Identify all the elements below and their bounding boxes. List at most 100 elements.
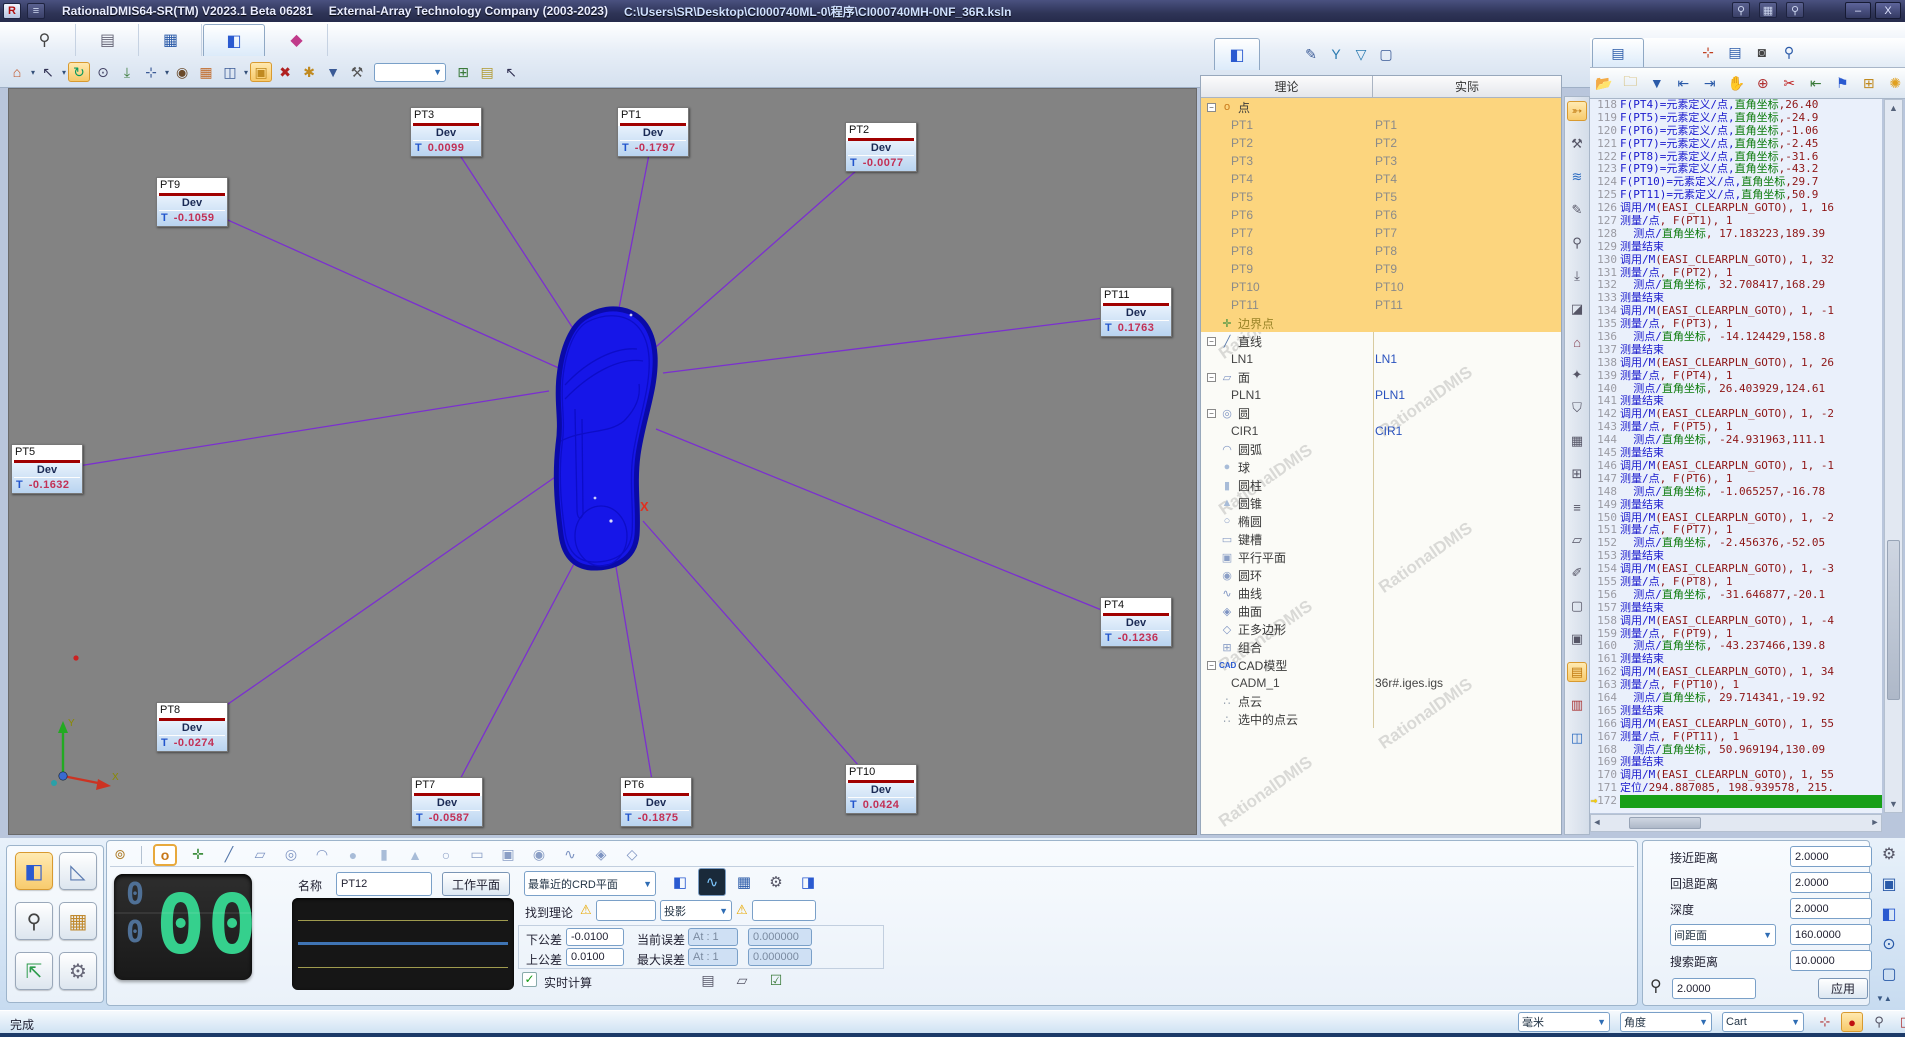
motion-field-input-3[interactable] xyxy=(1790,924,1872,945)
code-line-158[interactable]: 158调用/M(EASI_CLEARPLN_GOTO), 1, -4 xyxy=(1590,615,1882,628)
window-menu-icon[interactable]: ≡ xyxy=(27,3,45,19)
zoom-window-button[interactable]: ⊙ xyxy=(92,62,114,82)
expander-icon[interactable]: − xyxy=(1207,337,1216,346)
code-line-122[interactable]: 122F(PT8)=元素定义/点,直角坐标,-31.6 xyxy=(1590,151,1882,164)
cad-model-insole[interactable] xyxy=(556,309,655,568)
probe-cube-icon[interactable]: ◧ xyxy=(1879,904,1899,924)
machine-setup-button[interactable]: ⚙ xyxy=(59,952,97,990)
cube-list-tab[interactable]: ◨ xyxy=(794,868,822,896)
tree-row-边界点[interactable]: ✛边界点 xyxy=(1201,314,1561,332)
expander-icon[interactable]: − xyxy=(1207,373,1216,382)
coord-dropdown[interactable]: Cart▼ xyxy=(1722,1012,1804,1032)
code-line-125[interactable]: 125F(PT11)=元素定义/点,直角坐标,50.9 xyxy=(1590,189,1882,202)
axes-button[interactable]: ⊹ xyxy=(140,62,162,82)
estop-button[interactable]: ● xyxy=(1841,1012,1863,1032)
code-line-162[interactable]: 162调用/M(EASI_CLEARPLN_GOTO), 1, 34 xyxy=(1590,666,1882,679)
code-line-120[interactable]: 120F(PT6)=元素定义/点,直角坐标,-1.06 xyxy=(1590,125,1882,138)
probe-small-button[interactable]: ⚲ xyxy=(1868,1012,1890,1032)
code-line-155[interactable]: 155测量/点, F(PT8), 1 xyxy=(1590,576,1882,589)
code-line-156[interactable]: 156 测点/直角坐标, -31.646877,-20.1 xyxy=(1590,589,1882,602)
search-cube-icon[interactable]: ⊙ xyxy=(1879,934,1899,954)
code-line-118[interactable]: 118F(PT4)=元素定义/点,直角坐标,26.40 xyxy=(1590,99,1882,112)
expander-icon[interactable]: − xyxy=(1207,103,1216,112)
code-line-139[interactable]: 139测量/点, F(PT4), 1 xyxy=(1590,370,1882,383)
tree-row-CIR1[interactable]: CIR1CIR1 xyxy=(1201,422,1561,440)
code-line-170[interactable]: 170调用/M(EASI_CLEARPLN_GOTO), 1, 55 xyxy=(1590,769,1882,782)
monitor-cube-icon[interactable]: ▣ xyxy=(1879,874,1899,894)
code-line-127[interactable]: 127测量/点, F(PT1), 1 xyxy=(1590,215,1882,228)
new-spark-button[interactable]: ✺ xyxy=(1886,73,1905,93)
code-line-149[interactable]: 149测量结束 xyxy=(1590,499,1882,512)
machine-icon[interactable]: ⚙ xyxy=(1879,844,1899,864)
motion-field-input-4[interactable] xyxy=(1790,950,1872,971)
callout-PT6[interactable]: PT6DevT-0.1875 xyxy=(620,777,692,827)
workplane-button[interactable]: 工作平面 xyxy=(442,872,510,896)
measure-cube-button[interactable]: ◧ xyxy=(15,852,53,890)
code-line-141[interactable]: 141测量结束 xyxy=(1590,395,1882,408)
datum-box-button[interactable]: ▦ xyxy=(59,902,97,940)
view-eye-button[interactable]: ◉ xyxy=(171,62,193,82)
curve-tool[interactable]: ∿ xyxy=(560,845,580,865)
insert-doc-button[interactable]: ⊞ xyxy=(1859,73,1879,93)
code-line-148[interactable]: 148 测点/直角坐标, -1.065257,-16.78 xyxy=(1590,486,1882,499)
pin-icon[interactable]: ➳ xyxy=(1567,101,1587,121)
projection-input[interactable] xyxy=(752,900,816,921)
model-tab[interactable]: ◧ xyxy=(203,24,265,56)
tree-row-PT3[interactable]: PT3PT3 xyxy=(1201,152,1561,170)
back-doc-button[interactable]: ⇤ xyxy=(1806,73,1826,93)
minimize-button[interactable]: – xyxy=(1845,2,1871,19)
code-line-136[interactable]: 136 测点/直角坐标, -14.124429,158.8 xyxy=(1590,331,1882,344)
doc-list-icon[interactable]: ▤ xyxy=(1567,662,1587,682)
callout-PT10[interactable]: PT10DevT0.0424 xyxy=(845,764,917,814)
tree-header-actual[interactable]: 实际 xyxy=(1373,76,1561,97)
tree-row-CADM_1[interactable]: CADM_136r#.iges.igs xyxy=(1201,674,1561,692)
tree-row-曲线[interactable]: ∿曲线 xyxy=(1201,584,1561,602)
code-line-160[interactable]: 160 测点/直角坐标, -43.237466,139.8 xyxy=(1590,640,1882,653)
code-line-167[interactable]: 167测量/点, F(PT11), 1 xyxy=(1590,731,1882,744)
graphics-tab[interactable]: ◆ xyxy=(266,24,328,56)
monitor-b-icon[interactable]: ▣ xyxy=(1567,629,1587,649)
tree-row-直线[interactable]: −╱直线 xyxy=(1201,332,1561,350)
tree-row-PT8[interactable]: PT8PT8 xyxy=(1201,242,1561,260)
code-line-128[interactable]: 128 测点/直角坐标, 17.183223,189.39 xyxy=(1590,228,1882,241)
code-line-151[interactable]: 151测量/点, F(PT7), 1 xyxy=(1590,524,1882,537)
code-line-131[interactable]: 131测量/点, F(PT2), 1 xyxy=(1590,267,1882,280)
home-small-icon[interactable]: ⌂ xyxy=(1567,332,1587,352)
outdent-button[interactable]: ⇤ xyxy=(1674,73,1694,93)
callout-PT2[interactable]: PT2DevT-0.0077 xyxy=(845,122,917,172)
callout-PT1[interactable]: PT1DevT-0.1797 xyxy=(617,107,689,157)
code-line-146[interactable]: 146调用/M(EASI_CLEARPLN_GOTO), 1, -1 xyxy=(1590,460,1882,473)
tree-row-PT9[interactable]: PT9PT9 xyxy=(1201,260,1561,278)
strip-scroll-arrows[interactable]: ▼▲ xyxy=(1876,994,1892,1003)
circle-tool[interactable]: ◎ xyxy=(281,845,301,865)
report-tab[interactable]: ▤ xyxy=(77,24,139,56)
callout-PT8[interactable]: PT8DevT-0.0274 xyxy=(156,702,228,752)
xyz-axes-button[interactable]: ⇱ xyxy=(15,952,53,990)
code-line-147[interactable]: 147测量/点, F(PT6), 1 xyxy=(1590,473,1882,486)
axes-icon[interactable]: ⊹ xyxy=(1698,42,1718,62)
window-panes-dropdown-arrow[interactable]: ▾ xyxy=(244,68,248,77)
code-line-171[interactable]: 171定位/294.887085, 198.939578, 215. xyxy=(1590,782,1882,795)
cube-caliper-tab[interactable]: ◧ xyxy=(666,868,694,896)
callout-PT11[interactable]: PT11DevT0.1763 xyxy=(1100,287,1172,337)
joystick-icon[interactable]: ⚲ xyxy=(1567,233,1587,253)
probe-icon[interactable]: ⚲ xyxy=(1779,42,1799,62)
tree-row-点[interactable]: −o点 xyxy=(1201,98,1561,116)
program-code-view[interactable]: 118F(PT4)=元素定义/点,直角坐标,26.40119F(PT5)=元素定… xyxy=(1590,99,1882,813)
code-line-133[interactable]: 133测量结束 xyxy=(1590,292,1882,305)
list-icon[interactable]: ▤ xyxy=(1725,42,1745,62)
callout-PT3[interactable]: PT3DevT0.0099 xyxy=(410,107,482,157)
pause-hand-button[interactable]: ✋ xyxy=(1727,73,1747,93)
table-export-button[interactable]: ⊞ xyxy=(452,62,474,82)
app-icon[interactable]: R xyxy=(3,3,21,19)
code-line-143[interactable]: 143测量/点, F(PT5), 1 xyxy=(1590,421,1882,434)
arc-tool[interactable]: ◠ xyxy=(312,845,332,865)
tree-row-选中的点云[interactable]: ∴选中的点云 xyxy=(1201,710,1561,728)
tree-row-LN1[interactable]: LN1LN1 xyxy=(1201,350,1561,368)
doc-hammer-icon[interactable]: ⚒ xyxy=(1567,134,1587,154)
code-line-138[interactable]: 138调用/M(EASI_CLEARPLN_GOTO), 1, 26 xyxy=(1590,357,1882,370)
spacing-plane-dropdown[interactable]: 间距面▼ xyxy=(1670,924,1776,946)
home-dropdown-arrow[interactable]: ▾ xyxy=(31,68,35,77)
layout-lock-button[interactable]: ▣ xyxy=(250,62,272,82)
projection-dropdown[interactable]: 投影▼ xyxy=(660,900,732,921)
